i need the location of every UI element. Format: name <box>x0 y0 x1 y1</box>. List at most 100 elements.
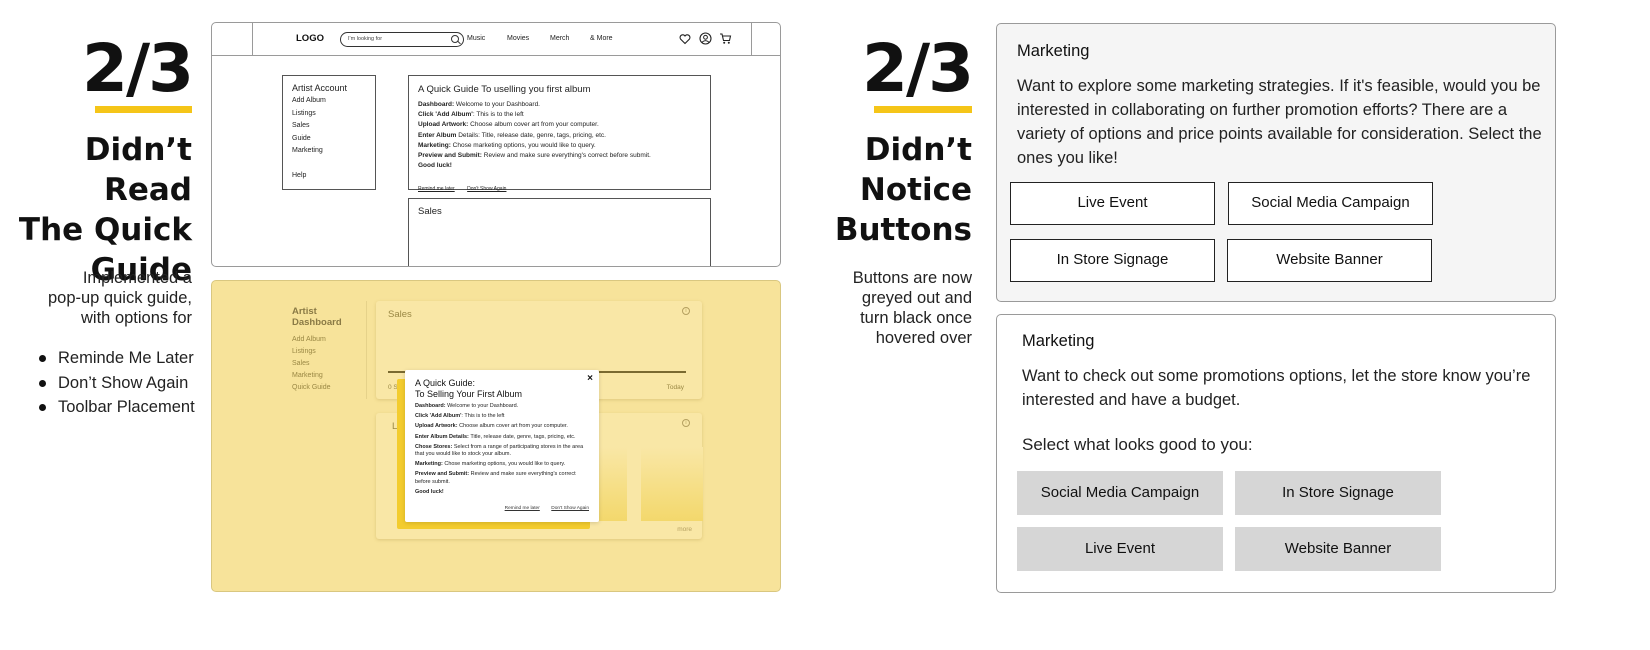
search-placeholder: I'm looking for <box>348 36 383 42</box>
marketing-title: Marketing <box>1022 332 1095 350</box>
modal-line: Preview and Submit: Review and make sure… <box>415 471 576 485</box>
dont-show-again-link[interactable]: Don't Show Again <box>467 186 506 192</box>
more-link[interactable]: more <box>677 526 692 533</box>
section-description: Implemented a pop-up quick guide, with o… <box>0 268 192 328</box>
description-line: hovered over <box>875 329 972 347</box>
nav-link-movies[interactable]: Movies <box>507 35 529 42</box>
logo[interactable]: LOGO <box>296 33 324 44</box>
in-store-signage-button[interactable]: In Store Signage <box>1235 471 1441 515</box>
quick-guide-box: A Quick Guide To uselling you first albu… <box>408 75 711 192</box>
menu-item-help[interactable]: Help <box>292 170 366 183</box>
modal-title-line: A Quick Guide: <box>415 378 476 388</box>
menu-item-add-album[interactable]: Add Album <box>292 95 366 108</box>
website-banner-button[interactable]: Website Banner <box>1227 239 1432 282</box>
nav-divider <box>252 23 253 56</box>
nav-link-music[interactable]: Music <box>467 35 485 42</box>
section-headline: Didn’t Notice Buttons <box>800 130 972 250</box>
search-input[interactable]: I'm looking for <box>340 32 464 47</box>
guide-line: Dashboard: Welcome to your Dashboard. <box>418 101 540 108</box>
info-icon[interactable]: i <box>682 307 690 315</box>
sidebar-item-marketing[interactable]: Marketing <box>292 370 342 382</box>
wireframe-navbar: LOGO I'm looking for Music Movies Merch … <box>212 23 780 56</box>
remind-later-link[interactable]: Remind me later <box>505 506 540 511</box>
sales-title: Sales <box>418 206 442 217</box>
menu-item-marketing[interactable]: Marketing <box>292 145 366 158</box>
nav-link-more[interactable]: & More <box>590 35 613 42</box>
description-line: greyed out and <box>861 289 972 307</box>
sidebar-item-sales[interactable]: Sales <box>292 358 342 370</box>
search-icon[interactable] <box>451 35 459 43</box>
social-media-campaign-button[interactable]: Social Media Campaign <box>1228 182 1433 225</box>
marketing-card-old: Marketing Want to explore some marketing… <box>996 23 1556 302</box>
section-headline: Didn’t Read The Quick Guide <box>0 130 192 290</box>
description-line: with options for <box>81 309 192 327</box>
menu-title: Artist Account <box>292 83 348 93</box>
guide-title: A Quick Guide To uselling you first albu… <box>418 84 591 95</box>
heart-icon[interactable] <box>679 33 691 45</box>
sales-box: Sales <box>408 198 711 266</box>
section-description: Buttons are now greyed out and turn blac… <box>800 268 972 348</box>
modal-line: Good luck! <box>415 488 444 495</box>
dont-show-again-link[interactable]: Don't Show Again <box>551 506 589 511</box>
modal-line: Upload Artwork: Choose album cover art f… <box>415 423 568 430</box>
list-item: Don’t Show Again <box>38 371 198 396</box>
user-icon[interactable] <box>699 32 712 45</box>
wireframe-screen: LOGO I'm looking for Music Movies Merch … <box>211 22 781 267</box>
sales-card-title: Sales <box>388 309 412 320</box>
dashboard-mockup: Artist Dashboard Add Album Listings Sale… <box>211 280 781 592</box>
guide-line: Click 'Add Album': This is to the left <box>418 111 524 119</box>
headline-line: The Quick <box>18 212 192 248</box>
modal-line: Enter Album Details: Title, release date… <box>415 433 576 440</box>
modal-title-line: To Selling Your First Album <box>415 389 523 399</box>
modal-line: Dashboard: Welcome to your Dashboard. <box>415 403 519 409</box>
selection-prompt: Select what looks good to you: <box>1022 435 1253 454</box>
menu-item-sales[interactable]: Sales <box>292 120 366 133</box>
yellow-divider <box>874 106 972 113</box>
sidebar-item-quick-guide[interactable]: Quick Guide <box>292 382 342 394</box>
remind-later-link[interactable]: Remind me later <box>418 186 455 192</box>
live-event-button[interactable]: Live Event <box>1010 182 1215 225</box>
description-line: pop-up quick guide, <box>47 289 192 307</box>
dashboard-title: Artist Dashboard <box>292 306 342 328</box>
description-line: Implemented a <box>82 269 192 287</box>
sidebar-item-add-album[interactable]: Add Album <box>292 334 342 346</box>
close-icon[interactable]: × <box>587 373 593 384</box>
list-item: Reminde Me Later <box>38 346 198 371</box>
guide-line: Preview and Submit: Review and make sure… <box>418 152 651 160</box>
marketing-card-new: Marketing Want to check out some promoti… <box>996 314 1556 593</box>
listing-tile <box>641 447 703 521</box>
marketing-title: Marketing <box>1017 42 1090 60</box>
description-line: turn black once <box>860 309 972 327</box>
cart-icon[interactable] <box>719 32 732 45</box>
dashboard-sidebar: Artist Dashboard Add Album Listings Sale… <box>292 306 342 394</box>
headline-line: Buttons <box>834 212 972 248</box>
modal-line: Click 'Add Album': This is to the left <box>415 413 505 420</box>
nav-divider <box>751 23 752 56</box>
headline-line: Didn’t Read <box>84 132 192 208</box>
sidebar-item-listings[interactable]: Listings <box>292 346 342 358</box>
website-banner-button[interactable]: Website Banner <box>1235 527 1441 571</box>
guide-line: Enter Album Details: Title, release date… <box>418 131 606 139</box>
marketing-text: Want to explore some marketing strategie… <box>1017 77 1542 167</box>
nav-link-merch[interactable]: Merch <box>550 35 569 42</box>
modal-title: A Quick Guide: To Selling Your First Alb… <box>415 378 589 400</box>
modal-line: Chose Stores: Select from a range of par… <box>415 443 584 458</box>
guide-line: Upload Artwork: Choose album cover art f… <box>418 121 599 129</box>
yellow-divider <box>95 106 192 113</box>
guide-line: Good luck! <box>418 162 452 170</box>
live-event-button[interactable]: Live Event <box>1017 527 1223 571</box>
step-counter: 2/3 <box>82 30 194 107</box>
axis-label-end: Today <box>666 384 684 391</box>
social-media-campaign-button[interactable]: Social Media Campaign <box>1017 471 1223 515</box>
feature-list: Reminde Me Later Don’t Show Again Toolba… <box>38 346 198 420</box>
headline-line: Didn’t <box>864 132 972 168</box>
modal-line: Marketing: Chose marketing options, you … <box>415 461 566 468</box>
list-item: Toolbar Placement <box>38 395 198 420</box>
step-counter: 2/3 <box>862 30 974 107</box>
in-store-signage-button[interactable]: In Store Signage <box>1010 239 1215 282</box>
description-line: Buttons are now <box>852 269 972 287</box>
menu-item-listings[interactable]: Listings <box>292 108 366 121</box>
info-icon[interactable]: i <box>682 419 690 427</box>
menu-item-guide[interactable]: Guide <box>292 133 366 146</box>
sidebar-divider <box>366 301 367 399</box>
